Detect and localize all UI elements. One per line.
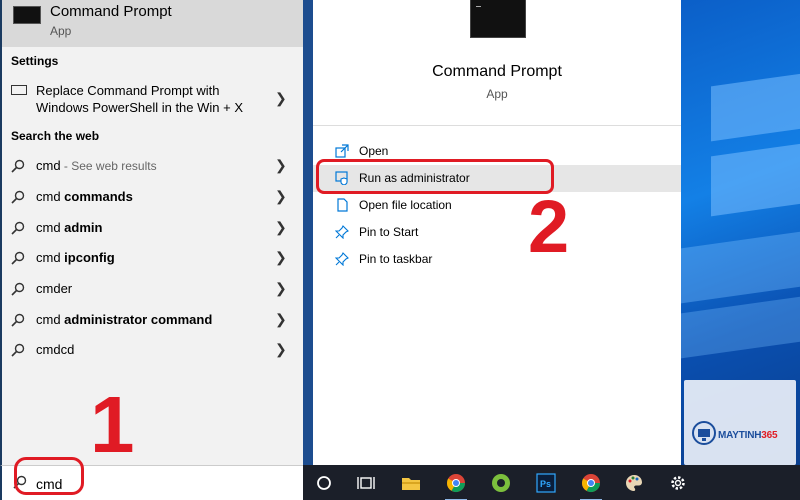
web-result-suffix: er	[60, 281, 73, 296]
app-preview-panel: Command Prompt App Open Run as administr…	[313, 0, 681, 465]
preview-divider	[313, 125, 681, 126]
command-prompt-icon	[13, 6, 41, 24]
maytinh365-logo-icon	[692, 421, 716, 445]
step-2-label: 2	[528, 185, 570, 268]
action-label: Pin to taskbar	[359, 252, 433, 266]
web-result-bold: admin	[64, 220, 103, 235]
paint-button[interactable]	[621, 470, 647, 496]
web-result-text: cmd	[36, 189, 65, 204]
watermark-brand-b: 365	[761, 430, 778, 441]
search-icon	[11, 343, 25, 357]
highlight-run-as-administrator	[316, 159, 554, 194]
preview-title: Command Prompt	[432, 63, 562, 80]
search-icon	[11, 190, 25, 204]
photoshop-icon: Ps	[536, 473, 556, 493]
web-result-bold: administrator command	[64, 312, 213, 327]
web-result-3[interactable]: cmd ipconfig ❯	[2, 245, 303, 273]
chevron-right-icon[interactable]: ❯	[275, 188, 287, 205]
search-results-panel: Command Prompt App Settings Replace Comm…	[0, 0, 303, 465]
svg-text:Ps: Ps	[540, 479, 551, 489]
settings-header: Settings	[11, 54, 59, 68]
chevron-right-icon[interactable]: ❯	[275, 157, 287, 174]
web-result-1[interactable]: cmd commands ❯	[2, 184, 303, 212]
task-view-button[interactable]	[353, 470, 379, 496]
best-match-name: Command Prompt	[50, 3, 172, 20]
chrome-profile-button[interactable]	[578, 470, 604, 500]
web-header: Search the web	[11, 129, 100, 143]
chevron-right-icon[interactable]: ❯	[275, 341, 287, 358]
chevron-right-icon[interactable]: ❯	[275, 219, 287, 236]
chrome-icon	[447, 474, 465, 493]
action-pin-to-taskbar[interactable]: Pin to taskbar	[313, 246, 681, 273]
web-result-text: cmd	[36, 281, 61, 296]
action-open-file-location[interactable]: Open file location	[313, 192, 681, 219]
chevron-right-icon[interactable]: ❯	[275, 90, 287, 107]
search-icon	[11, 251, 25, 265]
settings-button[interactable]	[665, 470, 691, 496]
web-result-text: cmd	[36, 342, 61, 357]
open-icon	[335, 144, 349, 158]
settings-display-icon	[11, 85, 27, 95]
web-result-text: cmd	[36, 220, 65, 235]
watermark: MAYTINH365	[684, 380, 796, 465]
gear-icon	[671, 476, 685, 490]
highlight-search-input	[14, 457, 84, 495]
web-result-suffix: cd	[60, 342, 75, 357]
web-result-text: cmd	[36, 312, 65, 327]
web-result-bold: ipconfig	[64, 250, 115, 265]
command-prompt-large-icon	[470, 0, 526, 38]
chevron-right-icon[interactable]: ❯	[275, 280, 287, 297]
folder-icon	[402, 478, 420, 490]
search-icon	[11, 313, 25, 327]
best-match-type: App	[50, 24, 72, 38]
settings-item-label: Replace Command Prompt with Windows Powe…	[36, 83, 244, 115]
preview-subtitle: App	[486, 87, 508, 101]
settings-item[interactable]: Replace Command Prompt with Windows Powe…	[2, 78, 303, 122]
search-icon	[11, 159, 25, 173]
web-result-5[interactable]: cmd administrator command ❯	[2, 307, 303, 335]
coccoc-button[interactable]	[488, 470, 514, 496]
taskbar: Ps	[303, 465, 800, 500]
watermark-brand: MAYTINH365	[718, 430, 778, 441]
chrome-icon	[582, 474, 600, 493]
file-explorer-button[interactable]	[398, 470, 424, 496]
chevron-right-icon[interactable]: ❯	[275, 249, 287, 266]
chevron-right-icon[interactable]: ❯	[275, 311, 287, 328]
task-view-icon	[357, 477, 375, 489]
web-result-hint: - See web results	[60, 159, 157, 173]
action-label: Open	[359, 144, 389, 158]
search-icon	[11, 282, 25, 296]
step-1-label: 1	[90, 380, 135, 469]
web-result-4[interactable]: cmder ❯	[2, 276, 303, 304]
cortana-icon	[317, 476, 331, 490]
web-result-text: cmd	[36, 158, 61, 173]
paint-palette-icon	[626, 475, 642, 491]
panel-gap	[303, 0, 313, 465]
coccoc-icon	[492, 474, 510, 492]
watermark-brand-a: MAYTINH	[718, 430, 762, 441]
action-pin-to-start[interactable]: Pin to Start	[313, 219, 681, 246]
chrome-button[interactable]	[443, 470, 469, 500]
action-label: Pin to Start	[359, 225, 419, 239]
web-result-6[interactable]: cmdcd ❯	[2, 337, 303, 365]
web-result-0[interactable]: cmd - See web results ❯	[2, 153, 303, 181]
file-icon	[337, 198, 348, 212]
web-result-text: cmd	[36, 250, 65, 265]
pin-icon	[335, 225, 349, 239]
search-icon	[11, 221, 25, 235]
web-result-2[interactable]: cmd admin ❯	[2, 215, 303, 243]
action-label: Open file location	[359, 198, 452, 212]
best-match-item[interactable]: Command Prompt App	[2, 0, 303, 47]
photoshop-button[interactable]: Ps	[533, 470, 559, 496]
pin-icon	[335, 252, 349, 266]
web-result-bold: commands	[64, 189, 133, 204]
cortana-button[interactable]	[311, 470, 337, 496]
